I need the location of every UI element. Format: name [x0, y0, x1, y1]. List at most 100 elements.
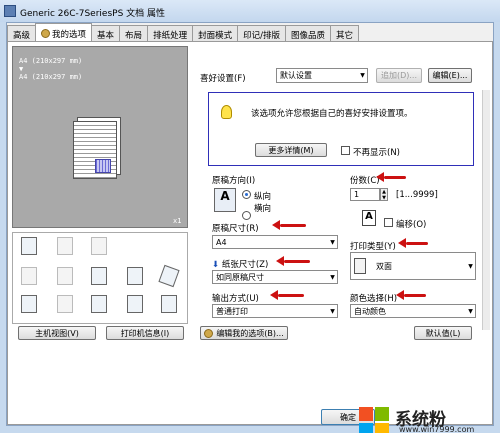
arrow-down-icon: ⬇ — [212, 260, 220, 270]
copies-spinner[interactable]: ▲ ▼ — [380, 188, 388, 201]
portrait-radio[interactable] — [242, 190, 251, 199]
copies-range: [1...9999] — [396, 190, 438, 200]
chevron-down-icon: ▼ — [330, 307, 335, 315]
paper-size-label: ⬇ 纸张尺寸(Z) — [212, 258, 268, 270]
favorites-select[interactable]: 默认设置 ▼ — [276, 68, 368, 83]
arrow-shaft — [278, 293, 304, 297]
landscape-radio[interactable] — [242, 211, 251, 220]
chevron-down-icon: ▼ — [468, 262, 473, 270]
paper-size-value: 如同原稿尺寸 — [216, 272, 264, 282]
shift-icon — [57, 295, 73, 313]
logo-green — [375, 407, 389, 421]
output-tray-icon[interactable] — [21, 237, 37, 255]
edit-my-options-label: 编辑我的选项(B)... — [216, 328, 284, 338]
logo-blue — [359, 423, 373, 433]
output-label: 输出方式(U) — [212, 294, 259, 304]
tray-icon[interactable] — [127, 267, 143, 285]
duplex-icon[interactable] — [21, 295, 37, 313]
booklet-icon — [57, 267, 73, 285]
tab-advanced[interactable]: 高级 — [7, 25, 37, 41]
scrollbar[interactable] — [482, 90, 490, 330]
main-view-button[interactable]: 主机视图(V) — [18, 326, 96, 340]
paper-size-label-text: 纸张尺寸(Z) — [221, 260, 269, 270]
finisher-icon[interactable] — [91, 295, 107, 313]
collate-icon[interactable] — [91, 267, 107, 285]
dialog-client: 高级 我的选项 基本 布局 排纸处理 封面模式 印记/排版 图像品质 其它 A4… — [6, 22, 494, 433]
portrait-label: 纵向 — [254, 192, 272, 202]
paper-icon[interactable] — [158, 264, 180, 288]
info-text: 该选项允许您根据自己的喜好安排设置项。 — [251, 109, 413, 119]
tab-label: 高级 — [13, 30, 31, 41]
portrait-icon: A — [214, 188, 236, 212]
chevron-down-icon: ▼ — [360, 72, 365, 79]
logo-yellow — [375, 423, 389, 433]
paper-size-select[interactable]: 如同原稿尺寸 ▼ — [212, 270, 338, 284]
lightbulb-icon — [221, 105, 232, 119]
arrowhead — [376, 172, 384, 182]
layout-icon[interactable] — [161, 295, 177, 313]
tab-layout[interactable]: 布局 — [119, 25, 149, 41]
annotation-arrow — [398, 238, 428, 248]
preview-arrow: ▼ — [19, 65, 24, 73]
edit-my-options-button[interactable]: 编辑我的选项(B)... — [200, 326, 288, 340]
annotation-arrow — [270, 290, 304, 300]
tab-my-options[interactable]: 我的选项 — [35, 23, 93, 41]
no-show-checkbox[interactable] — [341, 146, 350, 155]
tab-label: 基本 — [97, 30, 115, 41]
fold-icon — [21, 267, 37, 285]
arrow-shaft — [406, 241, 428, 245]
print-type-content: 双面 — [354, 258, 392, 274]
annotation-arrow — [376, 172, 406, 182]
preview-original-size: A4 (210x297 mm) — [19, 57, 83, 65]
chevron-down-icon: ▼ — [468, 307, 473, 315]
output-select[interactable]: 普通打印 ▼ — [212, 304, 338, 318]
original-size-select[interactable]: A4 ▼ — [212, 235, 338, 249]
color-select[interactable]: 自动颜色 ▼ — [350, 304, 476, 318]
edit-favorite-button[interactable]: 编辑(E)... — [428, 68, 472, 83]
original-size-value: A4 — [216, 237, 227, 247]
tab-image-quality[interactable]: 图像品质 — [284, 25, 331, 41]
add-favorite-button: 追加(D)... — [376, 68, 422, 83]
staple-icon — [57, 237, 73, 255]
device-view-grid — [12, 232, 188, 324]
tab-other[interactable]: 其它 — [329, 25, 359, 41]
tab-label: 排纸处理 — [153, 30, 188, 41]
offset-checkbox[interactable] — [384, 218, 393, 227]
annotation-arrow — [276, 256, 310, 266]
copies-input[interactable]: 1 — [350, 188, 380, 201]
tab-cover-mode[interactable]: 封面模式 — [192, 25, 239, 41]
landscape-label: 横向 — [254, 204, 272, 214]
tab-label: 我的选项 — [52, 29, 87, 40]
defaults-button[interactable]: 默认值(L) — [414, 326, 472, 340]
watermark-url: www.win7999.com — [399, 425, 475, 433]
more-details-button[interactable]: 更多详情(M) — [255, 143, 327, 157]
arrowhead — [396, 290, 404, 300]
tab-finishing[interactable]: 排纸处理 — [147, 25, 194, 41]
printer-info-button[interactable]: 打印机信息(I) — [106, 326, 184, 340]
original-size-label: 原稿尺寸(R) — [212, 224, 259, 234]
arrow-shaft — [284, 259, 310, 263]
window-title: Generic 26C-7SeriesPS 文档 属性 — [20, 9, 166, 19]
arrowhead — [270, 290, 278, 300]
punch-icon — [91, 237, 107, 255]
windows-logo-icon — [359, 407, 389, 433]
chevron-down-icon: ▼ — [330, 238, 335, 246]
duplex-page-icon — [354, 258, 366, 274]
print-type-select[interactable]: 双面 ▼ — [350, 252, 476, 280]
printer-icon — [4, 5, 16, 17]
offset-icon: A — [362, 210, 376, 226]
annotation-arrow — [396, 290, 426, 300]
tab-label: 印记/排版 — [243, 30, 280, 41]
favorites-value: 默认设置 — [280, 71, 312, 80]
sort-icon[interactable] — [127, 295, 143, 313]
offset-label: 编移(O) — [396, 220, 427, 230]
preview-copies: x1 — [173, 217, 182, 225]
tab-label: 其它 — [335, 30, 353, 41]
tab-label: 布局 — [125, 30, 143, 41]
tab-strip: 高级 我的选项 基本 布局 排纸处理 封面模式 印记/排版 图像品质 其它 — [7, 23, 359, 41]
print-type-label: 打印类型(Y) — [350, 242, 396, 252]
tab-basic[interactable]: 基本 — [91, 25, 121, 41]
chevron-down-icon: ▼ — [330, 273, 335, 281]
no-show-label: 不再显示(N) — [353, 148, 400, 158]
tab-stamp[interactable]: 印记/排版 — [237, 25, 286, 41]
